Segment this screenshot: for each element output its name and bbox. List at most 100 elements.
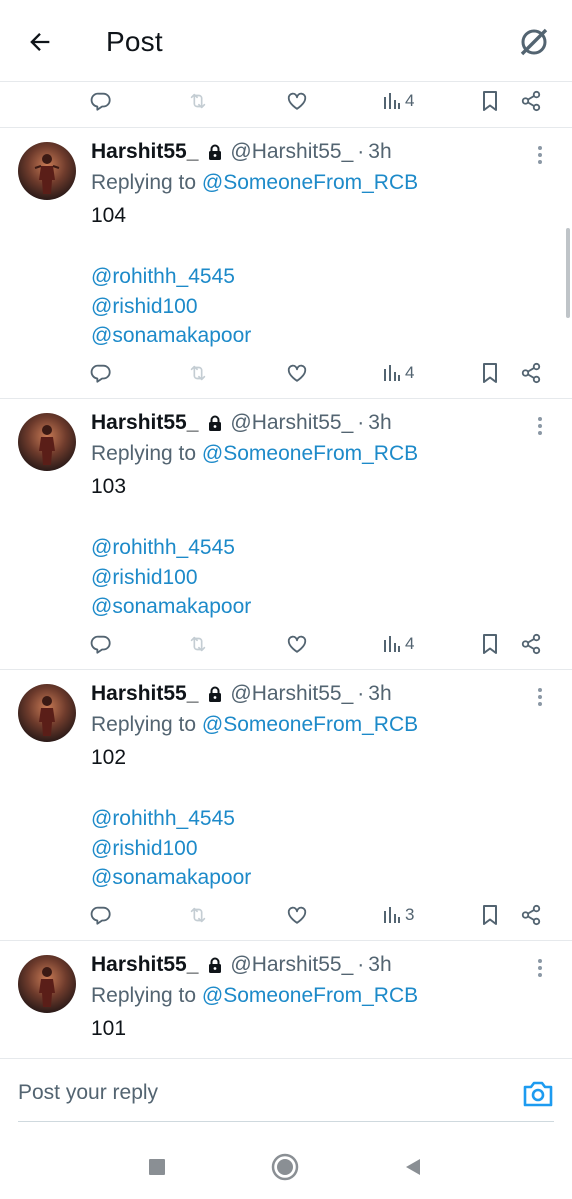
user-handle[interactable]: @Harshit55_ — [230, 682, 353, 706]
grok-button[interactable] — [514, 22, 554, 62]
share-button[interactable] — [520, 358, 542, 388]
bar-chart-icon — [384, 636, 400, 652]
avatar[interactable] — [18, 684, 76, 742]
separator: · — [357, 140, 365, 163]
bookmark-button[interactable] — [480, 900, 500, 930]
replying-prefix: Replying to — [91, 713, 202, 736]
more-vertical-icon — [538, 959, 542, 977]
replying-to: Replying to @SomeoneFrom_RCB — [91, 984, 418, 1008]
replying-to-link[interactable]: @SomeoneFrom_RCB — [202, 984, 418, 1007]
views-count: 3 — [405, 905, 415, 924]
share-button[interactable] — [520, 629, 542, 659]
reply-post[interactable]: Harshit55_ @Harshit55_ · 3h Replying to … — [0, 941, 572, 1058]
more-button[interactable] — [530, 686, 550, 708]
like-button[interactable] — [286, 629, 308, 659]
user-handle[interactable]: @Harshit55_ — [230, 411, 353, 435]
replying-to-link[interactable]: @SomeoneFrom_RCB — [202, 713, 418, 736]
bookmark-button[interactable] — [480, 358, 500, 388]
post-text: 102 — [91, 746, 127, 769]
scrollbar[interactable] — [566, 228, 570, 318]
display-name[interactable]: Harshit55_ — [91, 682, 198, 706]
bookmark-button[interactable] — [480, 629, 500, 659]
views-count: 4 — [405, 634, 415, 653]
views-button[interactable]: 4 — [382, 358, 414, 388]
avatar[interactable] — [18, 413, 76, 471]
views-button[interactable]: 4 — [382, 86, 414, 116]
reply-button[interactable] — [90, 86, 112, 116]
share-button[interactable] — [520, 86, 542, 116]
camera-button[interactable] — [522, 1079, 554, 1109]
like-button[interactable] — [286, 900, 308, 930]
share-button[interactable] — [520, 900, 542, 930]
timestamp[interactable]: 3h — [368, 140, 391, 164]
mention-link[interactable]: @sonamakapoor — [91, 321, 251, 351]
post-header: Harshit55_ @Harshit55_ · 3h — [91, 411, 392, 435]
reply-button[interactable] — [90, 358, 112, 388]
mention-link[interactable]: @sonamakapoor — [91, 592, 251, 622]
post-actions: 3 — [90, 900, 550, 930]
repost-button[interactable] — [186, 86, 210, 116]
views-count: 4 — [405, 363, 415, 382]
mention-link[interactable]: @rohithh_4545 — [91, 262, 251, 292]
reply-post[interactable]: Harshit55_ @Harshit55_ · 3h Replying to … — [0, 128, 572, 399]
recents-button[interactable] — [142, 1152, 172, 1182]
like-button[interactable] — [286, 358, 308, 388]
replying-to-link[interactable]: @SomeoneFrom_RCB — [202, 171, 418, 194]
share-icon — [521, 904, 541, 926]
views-button[interactable]: 4 — [382, 629, 414, 659]
avatar[interactable] — [18, 955, 76, 1013]
display-name[interactable]: Harshit55_ — [91, 411, 198, 435]
avatar-image — [18, 955, 76, 1013]
avatar-image — [18, 413, 76, 471]
lock-icon — [208, 957, 222, 973]
bookmark-icon — [483, 363, 497, 383]
reply-post[interactable]: Harshit55_ @Harshit55_ · 3h Replying to … — [0, 399, 572, 670]
more-button[interactable] — [530, 144, 550, 166]
reply-button[interactable] — [90, 900, 112, 930]
back-nav-button[interactable] — [398, 1152, 428, 1182]
reply-post[interactable]: Harshit55_ @Harshit55_ · 3h Replying to … — [0, 670, 572, 941]
more-vertical-icon — [538, 417, 542, 435]
display-name[interactable]: Harshit55_ — [91, 140, 198, 164]
timestamp[interactable]: 3h — [368, 682, 391, 706]
repost-icon — [190, 365, 206, 381]
avatar-image — [18, 142, 76, 200]
mention-link[interactable]: @rishid100 — [91, 834, 251, 864]
timestamp[interactable]: 3h — [368, 953, 391, 977]
avatar-image — [18, 684, 76, 742]
repost-icon — [190, 93, 206, 109]
post-text: 103 — [91, 475, 127, 498]
mention-link[interactable]: @rishid100 — [91, 563, 251, 593]
avatar[interactable] — [18, 142, 76, 200]
mention-link[interactable]: @rishid100 — [91, 292, 251, 322]
more-button[interactable] — [530, 415, 550, 437]
repost-icon — [190, 636, 206, 652]
repost-button[interactable] — [186, 629, 210, 659]
repost-button[interactable] — [186, 358, 210, 388]
repost-button[interactable] — [186, 900, 210, 930]
separator: · — [357, 411, 365, 434]
user-handle[interactable]: @Harshit55_ — [230, 953, 353, 977]
post-header: Harshit55_ @Harshit55_ · 3h — [91, 953, 392, 977]
share-icon — [521, 633, 541, 655]
replying-to-link[interactable]: @SomeoneFrom_RCB — [202, 442, 418, 465]
display-name[interactable]: Harshit55_ — [91, 953, 198, 977]
back-button[interactable] — [22, 24, 58, 60]
like-button[interactable] — [286, 86, 308, 116]
mention-link[interactable]: @sonamakapoor — [91, 863, 251, 893]
replying-prefix: Replying to — [91, 984, 202, 1007]
bookmark-icon — [483, 634, 497, 654]
more-button[interactable] — [530, 957, 550, 979]
separator: · — [357, 953, 365, 976]
timestamp[interactable]: 3h — [368, 411, 391, 435]
user-handle[interactable]: @Harshit55_ — [230, 140, 353, 164]
mention-link[interactable]: @rohithh_4545 — [91, 533, 251, 563]
mention-link[interactable]: @rohithh_4545 — [91, 804, 251, 834]
bookmark-button[interactable] — [480, 86, 500, 116]
reply-input[interactable] — [18, 1081, 488, 1105]
share-icon — [521, 362, 541, 384]
bar-chart-icon — [384, 365, 400, 381]
reply-button[interactable] — [90, 629, 112, 659]
home-button[interactable] — [270, 1152, 300, 1182]
views-button[interactable]: 3 — [382, 900, 414, 930]
